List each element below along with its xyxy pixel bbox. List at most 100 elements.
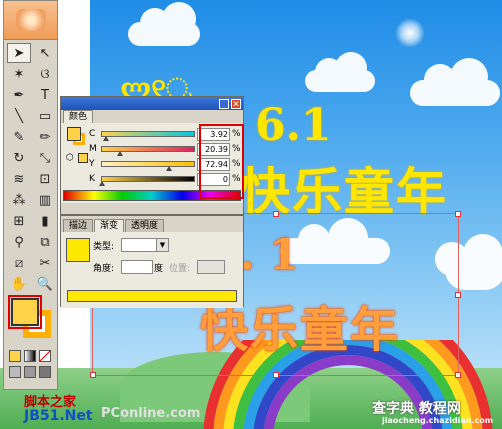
panel-fill-swatch[interactable] [67,127,81,141]
warp-icon: ≋ [13,171,25,187]
channel-slider[interactable] [101,131,195,141]
tab-gradient-label: 渐变 [100,221,119,231]
fill-swatch[interactable] [8,295,42,329]
gradient-panel-body: 类型: ▼ 角度: 度 位置: [61,232,243,308]
type-tool[interactable]: T [33,85,57,105]
watermark-right-top: 查字典 教程网 [372,401,461,417]
tab-stroke[interactable]: 描边 [63,219,94,232]
tab-stroke-label: 描边 [69,221,88,231]
selection-handle[interactable] [455,292,461,298]
pen-icon: ✒ [13,87,25,103]
tab-color-label: 颜色 [69,112,88,122]
screen-mode-icon[interactable] [9,366,21,378]
slider-thumb-icon[interactable] [102,136,109,141]
channel-label: C [89,129,96,139]
type-icon: T [41,87,49,103]
pencil-tool[interactable]: ✏ [33,127,57,147]
tab-transparency[interactable]: 透明度 [125,219,165,232]
gradient-slider-bar[interactable] [67,290,237,302]
blend-tool[interactable]: ⧉ [33,232,57,252]
channel-slider[interactable] [101,146,195,156]
eyedropper-tool[interactable]: ⚲ [7,232,31,252]
mesh-icon: ⊞ [13,213,25,229]
date-text-top: 6.1 [255,100,332,151]
zoom-icon: 🔍 [36,276,54,292]
channel-slider[interactable] [101,161,195,171]
channel-slider[interactable] [99,176,195,186]
free-transform-tool[interactable]: ⊡ [33,169,57,189]
zoom-tool[interactable]: 🔍 [33,274,57,294]
color-panel-titlebar[interactable]: _ ✕ [61,97,243,110]
angle-input[interactable] [121,260,153,274]
rotate-tool[interactable]: ↻ [7,148,31,168]
selection-handle[interactable] [273,211,279,217]
selection-icon: ➤ [13,45,25,61]
minimize-icon[interactable]: _ [219,98,229,110]
slider-thumb-icon[interactable] [117,151,124,156]
line-tool[interactable]: ╲ [7,106,31,126]
position-input[interactable] [197,260,225,274]
slice-tool[interactable]: ⧄ [7,253,31,273]
magic-wand-icon: ✶ [13,66,25,82]
close-icon[interactable]: ✕ [231,98,241,110]
cloud [410,58,500,106]
watermark-left-bottom: JB51.Net [24,408,93,424]
symbol-sprayer-icon: ⁂ [12,192,26,208]
position-label: 位置: [169,264,191,274]
cloud [305,52,375,92]
graph-icon: ▥ [38,192,52,208]
channel-label: M [89,144,97,154]
selection-handle[interactable] [455,211,461,217]
tab-color[interactable]: 颜色 [63,110,94,123]
selection-handle[interactable] [90,372,96,378]
color-mode-row [4,348,57,364]
angle-unit: 度 [154,264,164,274]
scale-icon: ⤡ [39,150,51,166]
channel-label: Y [89,159,95,169]
lasso-tool[interactable]: ଓ [33,64,57,84]
hand-tool[interactable]: ✋ [7,274,31,294]
mesh-tool[interactable]: ⊞ [7,211,31,231]
tools-panel: ➤ ↖ ✶ ଓ ✒ T ╲ ▭ ✎ ✏ ↻ ⤡ ≋ ⊡ ⁂ ▥ ⊞ ▮ ⚲ ⧉ ⧄ ✂ ✋ 🔍 [3,0,58,390]
out-of-gamut-swatch[interactable] [78,153,88,163]
gradient-icon: ▮ [41,213,49,229]
type-label: 类型: [93,242,115,252]
rectangle-tool[interactable]: ▭ [33,106,57,126]
slider-thumb-icon[interactable] [99,181,105,186]
screen-mode-max-icon[interactable] [39,366,51,378]
date-text-selected: . 1 [240,230,299,279]
tab-gradient[interactable]: 渐变 [94,219,125,232]
screen-mode-full-icon[interactable] [24,366,36,378]
angle-label: 角度: [93,264,115,274]
screen-mode-row [4,364,57,380]
slider-thumb-icon[interactable] [166,166,173,171]
pencil-icon: ✏ [39,129,51,145]
symbol-sprayer-tool[interactable]: ⁂ [7,190,31,210]
selection-tool[interactable]: ➤ [7,43,31,63]
paintbrush-tool[interactable]: ✎ [7,127,31,147]
scissors-tool[interactable]: ✂ [33,253,57,273]
toolbox-header[interactable] [4,1,57,40]
watermark-middle: PConline.com [101,406,201,421]
free-transform-icon: ⊡ [39,171,51,187]
watermark-right-bottom: jiaocheng.chazidian.com [382,416,494,425]
graph-tool[interactable]: ▥ [33,190,57,210]
cube-icon: ⬡ [66,153,74,163]
gradient-mode-icon[interactable] [24,350,36,362]
warp-tool[interactable]: ≋ [7,169,31,189]
direct-selection-tool[interactable]: ↖ [33,43,57,63]
rotate-icon: ↻ [13,150,25,166]
selection-handle[interactable] [455,372,461,378]
magic-wand-tool[interactable]: ✶ [7,64,31,84]
pen-tool[interactable]: ✒ [7,85,31,105]
gradient-tool[interactable]: ▮ [33,211,57,231]
scale-tool[interactable]: ⤡ [33,148,57,168]
chevron-down-icon[interactable]: ▼ [156,239,168,251]
line-icon: ╲ [15,108,23,124]
gradient-preview-swatch[interactable] [66,238,90,262]
direct-selection-icon: ↖ [39,45,51,61]
gradient-type-select[interactable]: ▼ [121,238,169,252]
selection-handle[interactable] [273,372,279,378]
color-mode-icon[interactable] [9,350,21,362]
none-mode-icon[interactable] [39,350,51,362]
